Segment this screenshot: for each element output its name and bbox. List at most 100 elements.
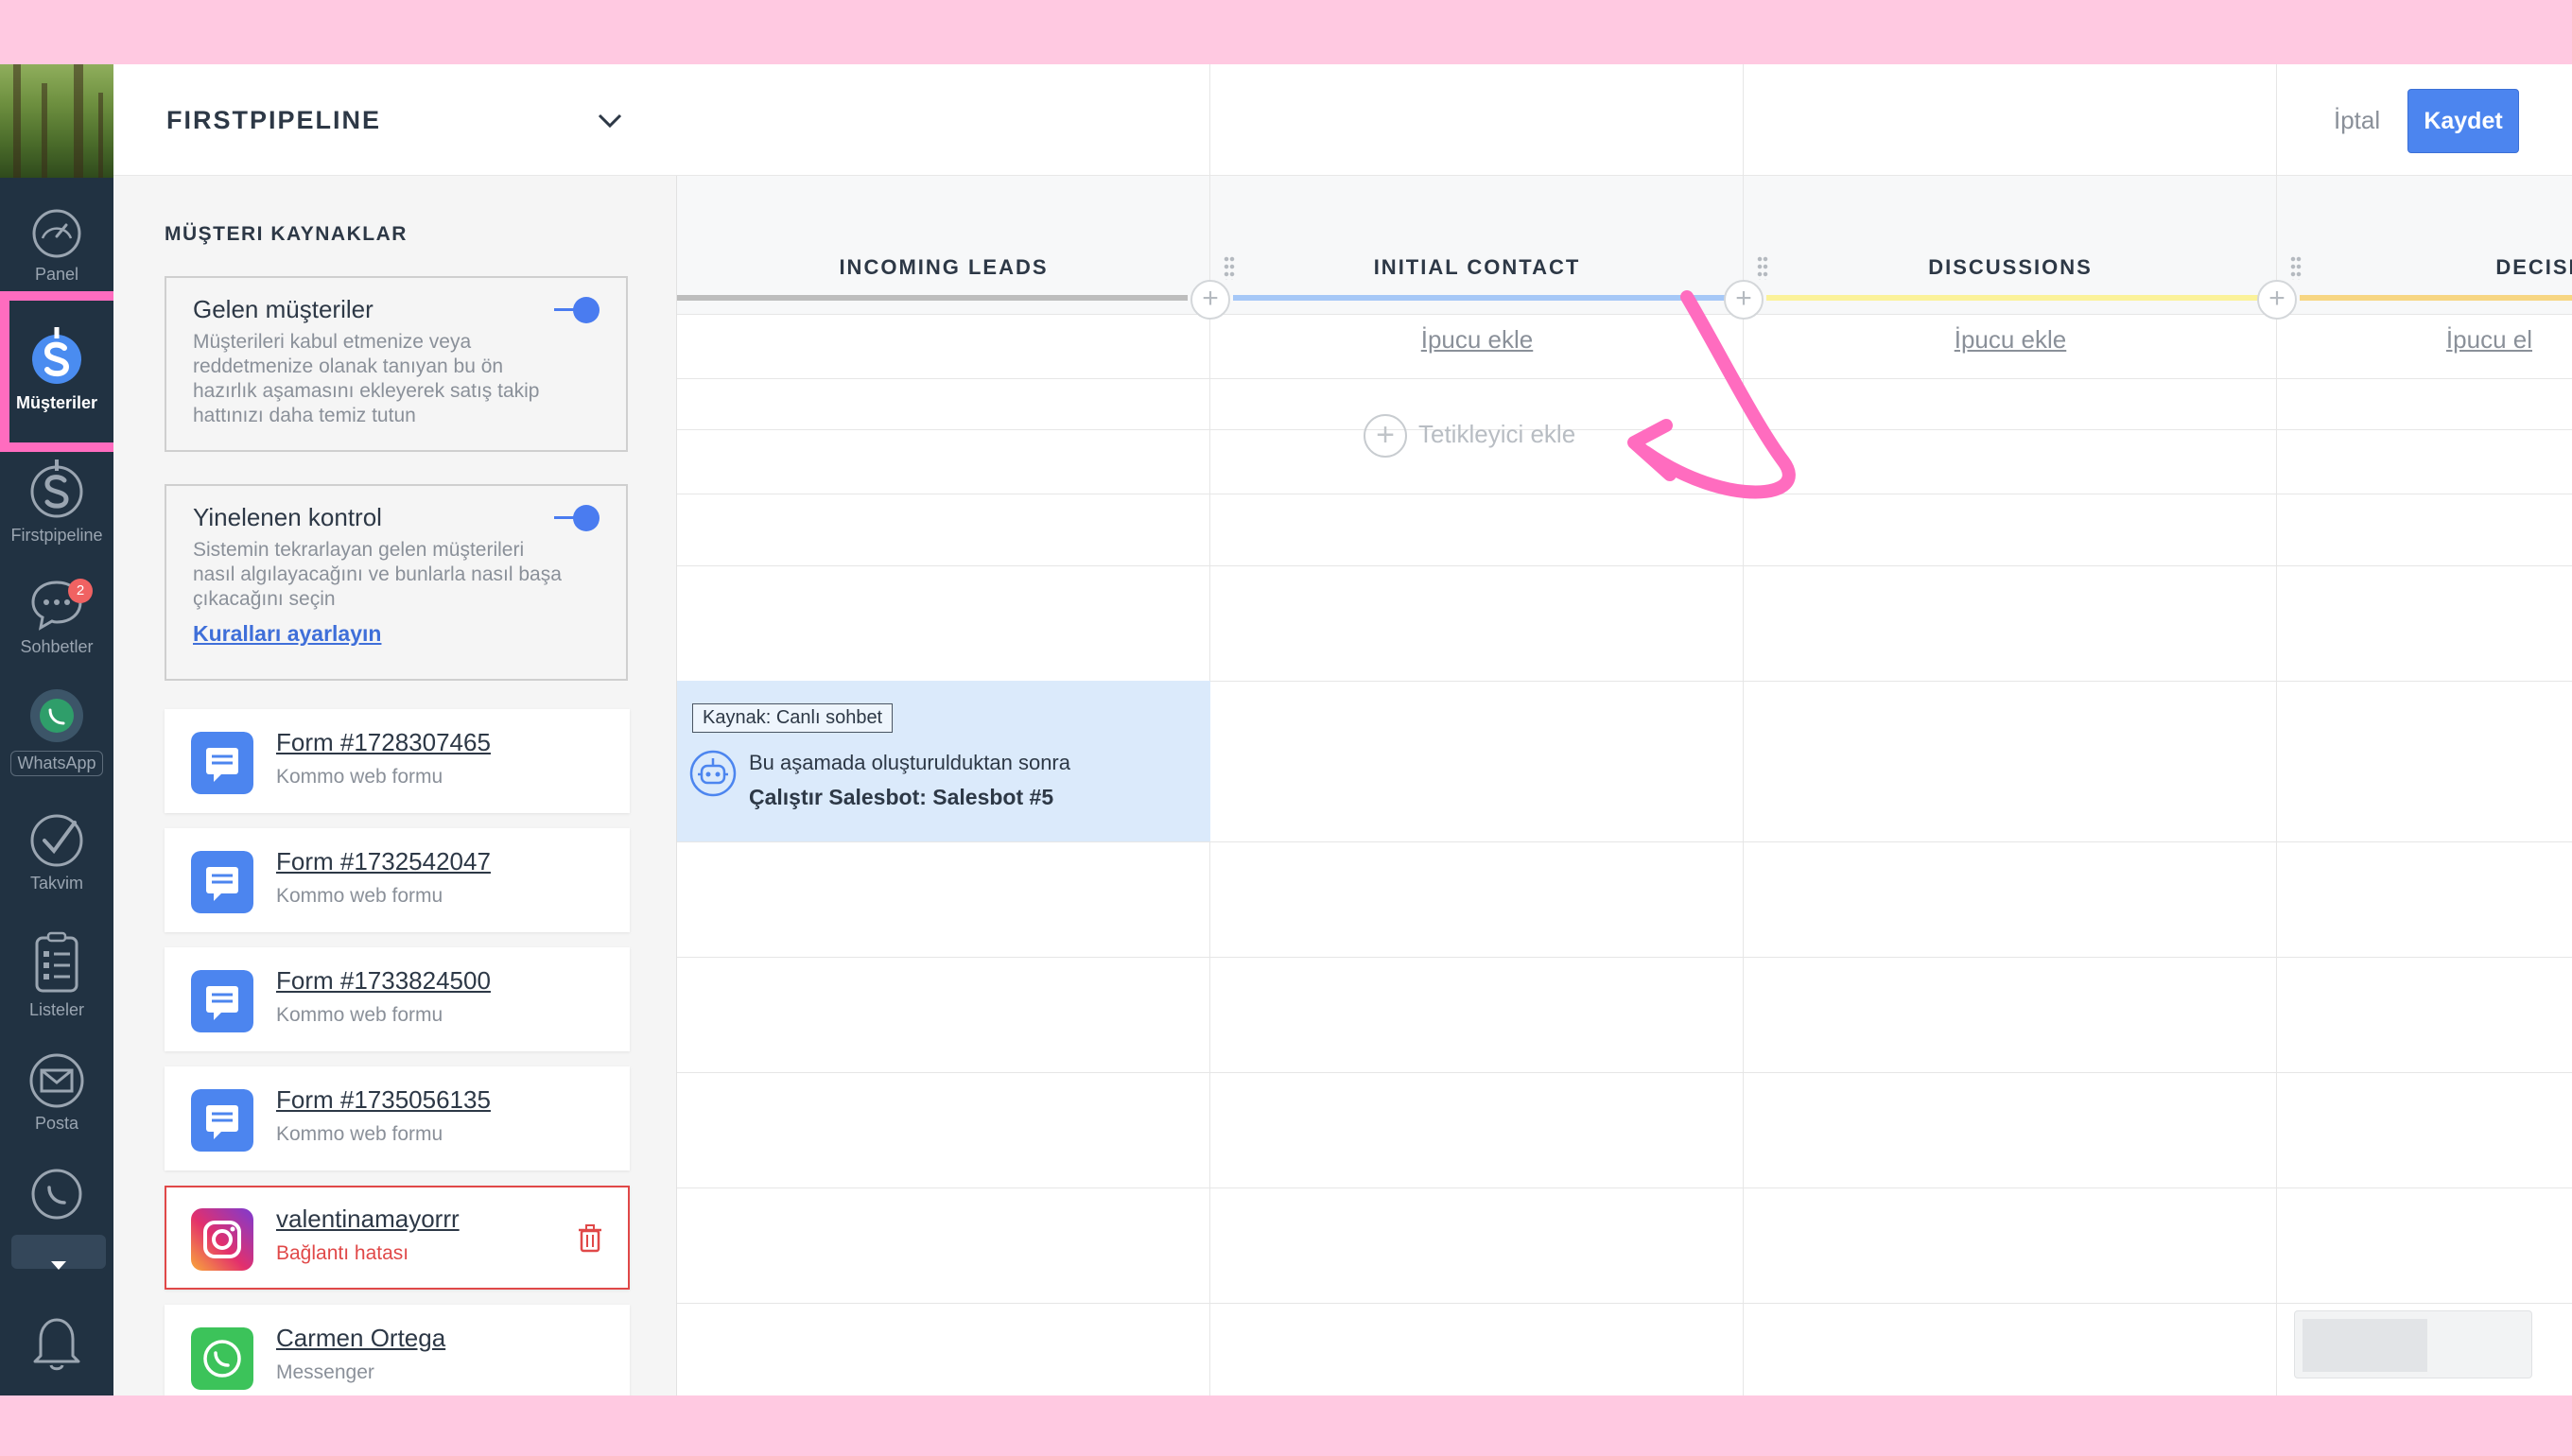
nav-item-notifications[interactable]: [0, 1310, 113, 1373]
source-card[interactable]: Carmen Ortega Messenger: [165, 1305, 630, 1395]
option-title: Yinelenen kontrol: [193, 503, 382, 531]
minimap-viewport[interactable]: [2303, 1319, 2427, 1372]
grid-line: [677, 1303, 2572, 1304]
account-avatar[interactable]: [0, 64, 113, 178]
option-description: Sistemin tekrarlayan gelen müşterileri n…: [193, 539, 562, 610]
whatsapp-icon: [30, 689, 83, 742]
drag-handle[interactable]: [1757, 255, 1768, 280]
tip-cell: İpucu el: [2277, 314, 2572, 378]
whatsapp-icon: [31, 1169, 82, 1220]
source-name[interactable]: Form #1732542047: [276, 847, 491, 876]
nav-item-posta[interactable]: Posta: [0, 1051, 113, 1134]
nav-item-panel[interactable]: Panel: [0, 206, 113, 285]
nav-label: Takvim: [29, 874, 83, 893]
list-icon: [35, 931, 78, 993]
duplicate-control-toggle[interactable]: [554, 505, 600, 531]
section-title: MÜŞTERI KAYNAKLAR: [165, 223, 408, 245]
source-status: Bağlantı hatası: [276, 1242, 409, 1264]
web-form-icon: [191, 970, 253, 1032]
left-nav: Panel Müşteriler Firstpipeline 2 Sohbetl…: [0, 64, 113, 1395]
source-type: Messenger: [276, 1361, 374, 1383]
nav-item-whatsapp[interactable]: WhatsApp: [0, 686, 113, 776]
source-type: Kommo web formu: [276, 885, 443, 907]
nav-label: Posta: [34, 1114, 79, 1133]
option-title: Gelen müşteriler: [193, 295, 374, 323]
trash-icon[interactable]: [577, 1223, 603, 1254]
nav-expand-toggle[interactable]: [11, 1235, 106, 1270]
app-window: Panel Müşteriler Firstpipeline 2 Sohbetl…: [0, 64, 2572, 1395]
grid-line: [677, 1187, 2572, 1188]
source-name[interactable]: Carmen Ortega: [276, 1324, 445, 1353]
web-form-icon: [191, 851, 253, 913]
bell-icon: [33, 1318, 80, 1371]
source-tag: Kaynak: Canlı sohbet: [692, 703, 894, 733]
check-icon: [30, 814, 83, 867]
chevron-down-icon[interactable]: [596, 110, 624, 130]
dollar-icon: [32, 327, 81, 384]
nav-item-musteriler[interactable]: Müşteriler: [0, 323, 113, 413]
add-trigger-button[interactable]: + Tetikleyici ekle: [1364, 414, 1575, 458]
column-header: INCOMING LEADS: [677, 176, 1210, 314]
stage-color-bar: [2300, 295, 2572, 301]
grid-line: [677, 1072, 2572, 1073]
nav-item-firstpipeline[interactable]: Firstpipeline: [0, 456, 113, 546]
option-description: Müşterileri kabul etmenize veya reddetme…: [193, 331, 540, 426]
nav-item-whatsapp-2[interactable]: [0, 1167, 113, 1222]
nav-item-takvim[interactable]: Takvim: [0, 811, 113, 893]
source-card-error[interactable]: valentinamayorrr Bağlantı hatası: [165, 1186, 630, 1290]
grid-line: [677, 841, 2572, 842]
source-name[interactable]: Form #1733824500: [276, 966, 491, 996]
column-header: DECISION MA: [2277, 176, 2572, 314]
salesbot-trigger-card[interactable]: Kaynak: Canlı sohbet Bu aşamada oluşturu…: [677, 681, 1210, 841]
tip-cell: İpucu ekle: [1744, 314, 2277, 378]
drag-handle[interactable]: [1224, 255, 1235, 280]
grid-line: [677, 957, 2572, 958]
column-name: INITIAL CONTACT: [1373, 255, 1581, 279]
whatsapp-icon: [191, 1327, 253, 1390]
plus-circle-icon: +: [1364, 414, 1407, 458]
trigger-action: Çalıştır Salesbot: Salesbot #5: [749, 785, 1054, 809]
nav-label: WhatsApp: [10, 751, 103, 776]
source-card[interactable]: Form #1728307465 Kommo web formu: [165, 709, 630, 813]
grid-line: [677, 565, 2572, 566]
source-name[interactable]: Form #1735056135: [276, 1085, 491, 1115]
stage-color-bar: [677, 295, 1188, 301]
pipeline-board: İptal Kaydet INCOMING LEADS INITIAL CONT…: [677, 64, 2572, 1395]
annotation-arrow: [1627, 290, 1796, 499]
nav-label: Firstpipeline: [10, 526, 103, 545]
nav-label: Panel: [34, 265, 79, 284]
source-card[interactable]: Form #1733824500 Kommo web formu: [165, 947, 630, 1051]
incoming-leads-option: Gelen müşteriler Müşterileri kabul etmen…: [165, 276, 628, 452]
configure-rules-link[interactable]: Kuralları ayarlayın: [193, 621, 381, 647]
robot-icon: [689, 750, 737, 797]
source-name[interactable]: valentinamayorrr: [276, 1205, 460, 1234]
web-form-icon: [191, 732, 253, 794]
add-tip-link[interactable]: İpucu ekle: [1744, 325, 2277, 355]
source-name[interactable]: Form #1728307465: [276, 728, 491, 757]
duplicate-control-option: Yinelenen kontrol Sistemin tekrarlayan g…: [165, 484, 628, 681]
incoming-leads-toggle[interactable]: [554, 297, 600, 323]
add-trigger-label: Tetikleyici ekle: [1418, 419, 1576, 448]
unread-badge: 2: [68, 579, 93, 603]
nav-item-listeler[interactable]: Listeler: [0, 930, 113, 1020]
pipeline-selector[interactable]: FIRSTPIPELINE: [113, 64, 677, 176]
nav-item-sohbetler[interactable]: 2 Sohbetler: [0, 575, 113, 657]
add-tip-link[interactable]: İpucu el: [2277, 325, 2532, 355]
chevron-down-icon: [51, 1261, 66, 1270]
mail-icon: [29, 1053, 84, 1108]
trigger-condition: Bu aşamada oluşturulduktan sonra: [749, 751, 1070, 774]
column-name: DECISION MA: [2495, 255, 2572, 279]
source-card[interactable]: Form #1732542047 Kommo web formu: [165, 828, 630, 932]
sources-sidebar: FIRSTPIPELINE MÜŞTERI KAYNAKLAR Gelen mü…: [113, 64, 677, 1395]
source-type: Kommo web formu: [276, 1123, 443, 1145]
column-header: DISCUSSIONS: [1744, 176, 2277, 314]
source-type: Kommo web formu: [276, 766, 443, 788]
drag-handle[interactable]: [2290, 255, 2302, 280]
column-name: INCOMING LEADS: [839, 255, 1049, 279]
nav-label: Listeler: [28, 1000, 85, 1019]
column-name: DISCUSSIONS: [1928, 255, 2093, 279]
board-minimap[interactable]: [2294, 1310, 2532, 1378]
source-card[interactable]: Form #1735056135 Kommo web formu: [165, 1066, 630, 1170]
nav-label: Müşteriler: [15, 393, 98, 412]
pipeline-title: FIRSTPIPELINE: [166, 106, 382, 134]
